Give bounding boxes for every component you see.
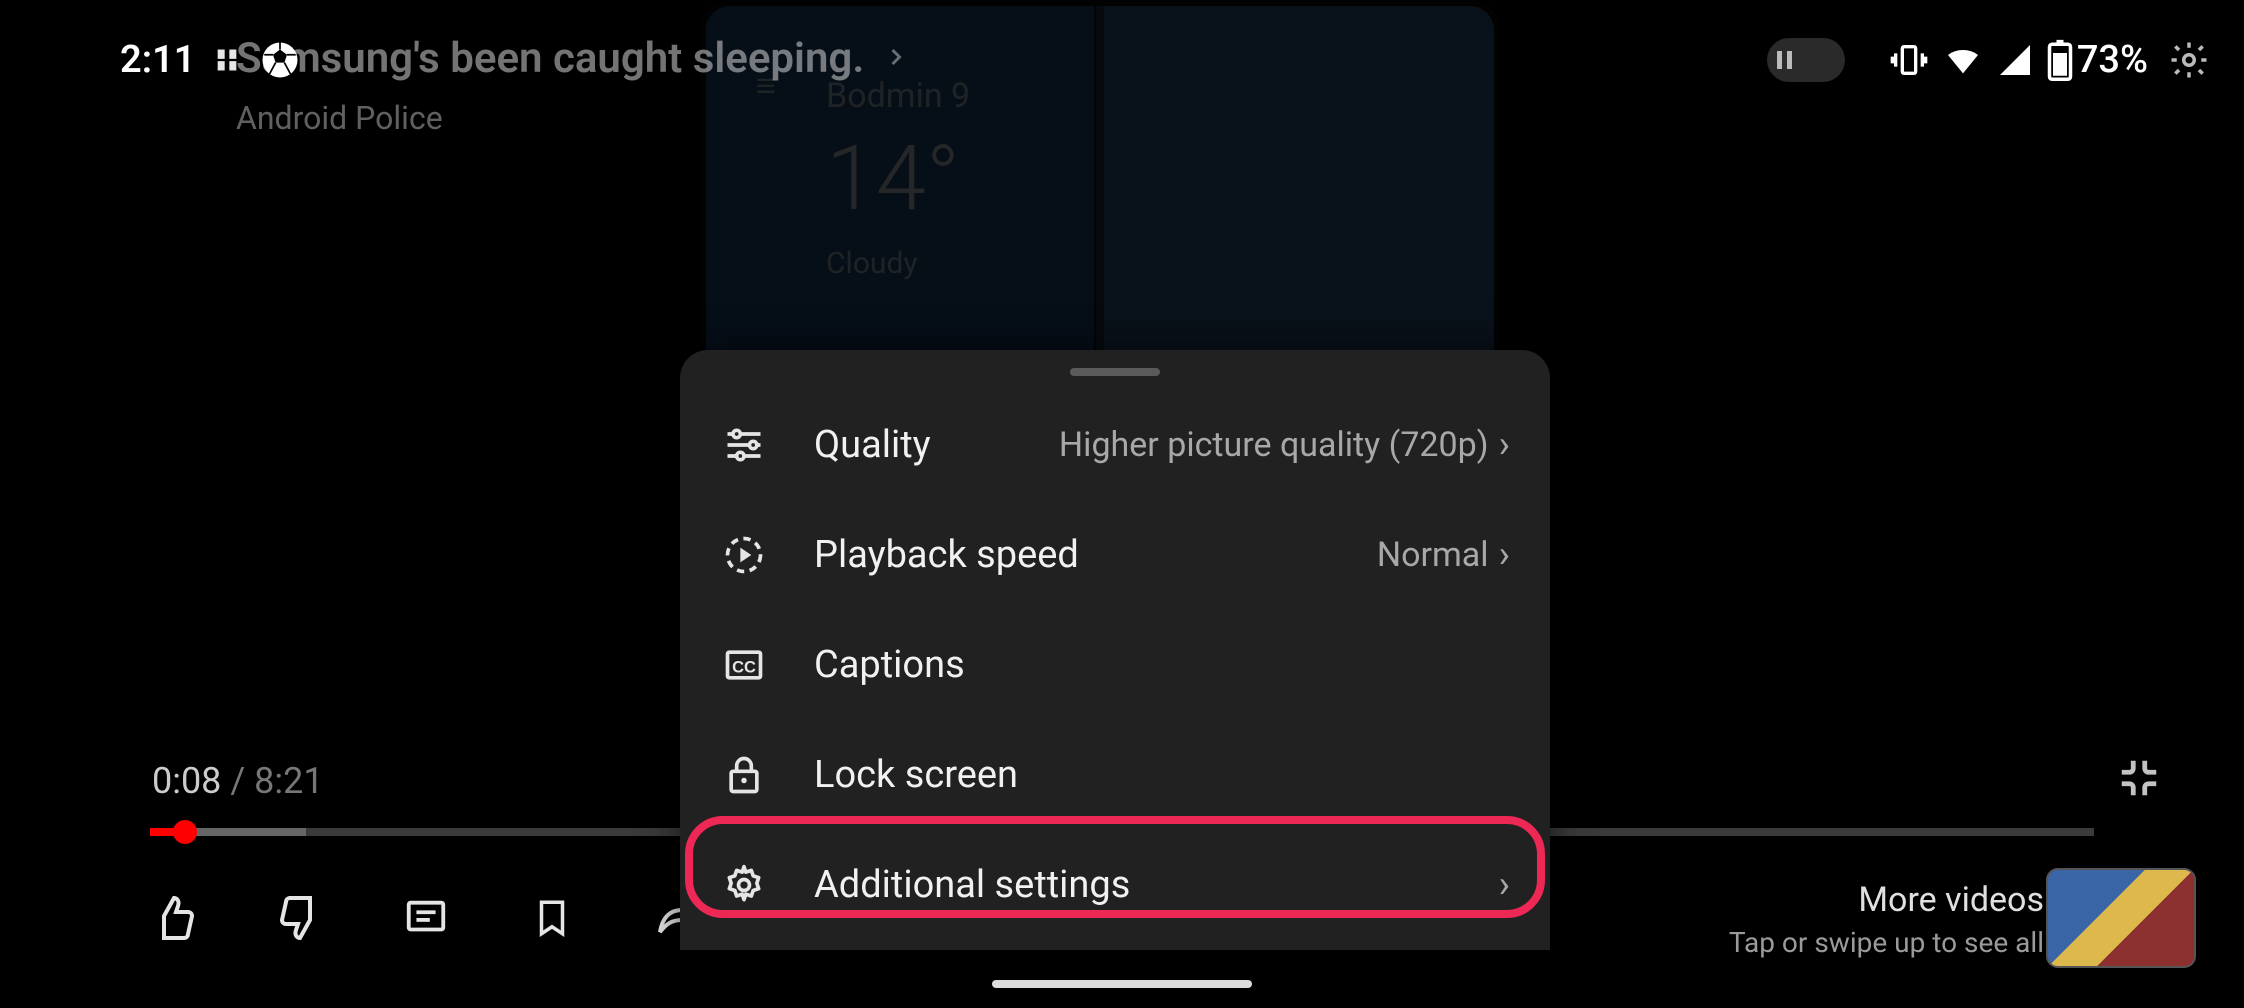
settings-row-playback-speed[interactable]: Playback speed Normal › [680, 500, 1550, 610]
dislike-button[interactable] [272, 890, 328, 946]
chevron-right-icon: › [1499, 533, 1510, 577]
player-screen: ≡ Bodmin 9 14° Cloudy Samsung's been cau… [0, 0, 2244, 1008]
settings-row-additional-settings[interactable]: Additional settings › [680, 830, 1550, 940]
time-elapsed: 0:08 [152, 760, 221, 802]
time-display: 0:08 / 8:21 [152, 760, 324, 802]
like-button[interactable] [146, 890, 202, 946]
chevron-right-icon: › [1499, 863, 1510, 907]
cell-signal-icon [1997, 42, 2033, 78]
status-bar: 2:11 73% [0, 30, 2244, 90]
settings-row-value: Normal [1377, 535, 1489, 575]
gesture-bar[interactable] [992, 980, 1252, 988]
status-time: 2:11 [120, 38, 195, 82]
captions-icon: CC [722, 643, 766, 687]
pause-pill-icon [1767, 38, 1845, 82]
lock-icon [722, 753, 766, 797]
gear-icon [722, 863, 766, 907]
battery-icon: 73% [2047, 38, 2148, 82]
exit-fullscreen-icon[interactable] [2116, 755, 2162, 805]
comment-button[interactable] [398, 890, 454, 946]
settings-row-label: Lock screen [814, 753, 1018, 797]
system-gear-icon[interactable] [2168, 39, 2210, 81]
settings-row-label: Captions [814, 643, 965, 687]
settings-row-value: Higher picture quality (720p) [1059, 425, 1489, 465]
settings-row-label: Quality [814, 423, 931, 467]
settings-row-captions[interactable]: CC Captions [680, 610, 1550, 720]
vibrate-icon [1889, 40, 1929, 80]
time-duration: 8:21 [254, 760, 323, 802]
more-videos-title: More videos [1729, 880, 2044, 920]
action-bar [146, 890, 706, 946]
battery-percent: 73% [2077, 38, 2148, 82]
channel-name: Android Police [236, 99, 910, 137]
settings-sheet: Quality Higher picture quality (720p) › … [680, 350, 1550, 950]
settings-row-label: Additional settings [814, 863, 1130, 907]
app-notification-icon [213, 46, 241, 74]
settings-row-label: Playback speed [814, 533, 1079, 577]
tune-icon [722, 423, 766, 467]
sheet-drag-handle[interactable] [1070, 368, 1160, 376]
save-button[interactable] [524, 890, 580, 946]
wifi-icon [1943, 40, 1983, 80]
chevron-right-icon: › [1499, 423, 1510, 467]
svg-text:CC: CC [732, 658, 756, 676]
playback-speed-icon [722, 533, 766, 577]
progress-thumb[interactable] [173, 820, 197, 844]
settings-row-quality[interactable]: Quality Higher picture quality (720p) › [680, 390, 1550, 500]
more-videos-hint: Tap or swipe up to see all [1729, 926, 2044, 959]
more-videos-block[interactable]: More videos Tap or swipe up to see all [1729, 880, 2044, 959]
settings-row-lock-screen[interactable]: Lock screen [680, 720, 1550, 830]
more-videos-thumbnail[interactable] [2046, 868, 2196, 968]
soccer-ball-icon [259, 39, 301, 81]
